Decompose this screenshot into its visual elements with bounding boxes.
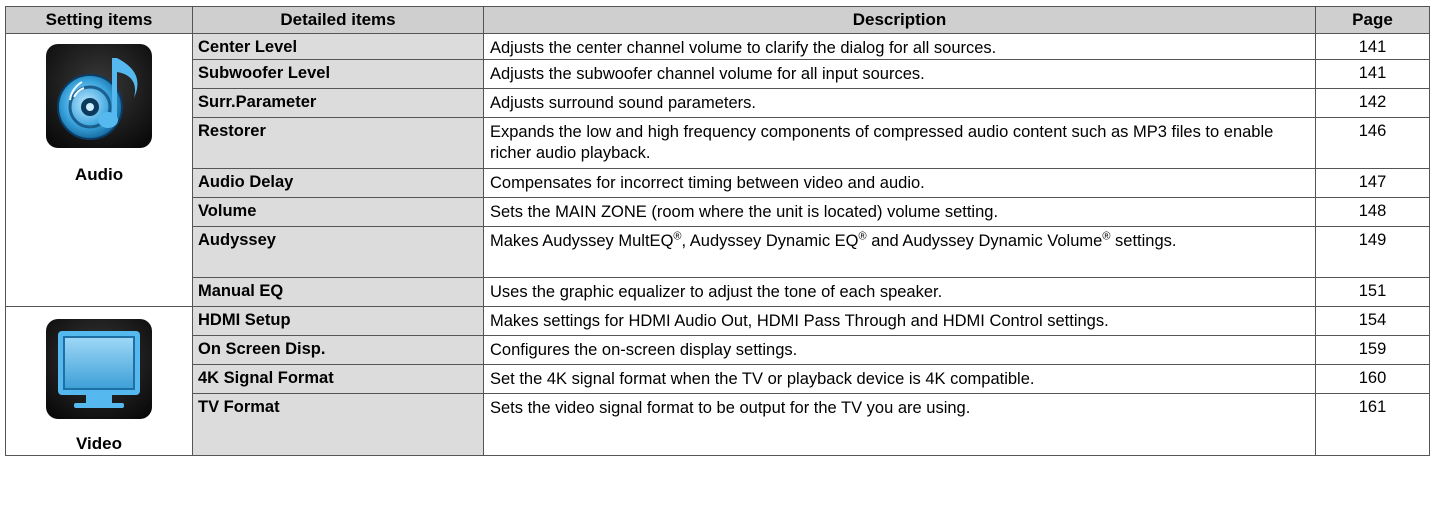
category-video: Video: [5, 306, 193, 456]
detailed-item: Audio Delay: [192, 168, 484, 198]
description-cell: Configures the on-screen display setting…: [483, 335, 1316, 365]
table-row: Audyssey Makes Audyssey MultEQ®, Audysse…: [6, 226, 1430, 278]
desc-text: and Audyssey Dynamic Volume: [866, 232, 1103, 250]
page-number: 151: [1315, 277, 1430, 307]
description-cell: Sets the video signal format to be outpu…: [483, 393, 1316, 456]
detailed-item: HDMI Setup: [192, 306, 484, 336]
description-cell: Uses the graphic equalizer to adjust the…: [483, 277, 1316, 307]
page-number: 159: [1315, 335, 1430, 365]
header-description: Description: [483, 6, 1316, 34]
detailed-item: Restorer: [192, 117, 484, 169]
detailed-item: Subwoofer Level: [192, 59, 484, 89]
page-number: 161: [1315, 393, 1430, 456]
table-row: Surr.Parameter Adjusts surround sound pa…: [6, 88, 1430, 118]
description-cell: Adjusts the center channel volume to cla…: [483, 33, 1316, 60]
description-cell: Set the 4K signal format when the TV or …: [483, 364, 1316, 394]
page-number: 148: [1315, 197, 1430, 227]
page-number: 142: [1315, 88, 1430, 118]
detailed-item: TV Format: [192, 393, 484, 456]
table-row: Audio Center Level Adjusts the center ch…: [5, 33, 1430, 307]
detailed-item: Surr.Parameter: [192, 88, 484, 118]
category-audio: Audio: [5, 33, 193, 307]
detailed-item: Audyssey: [192, 226, 484, 278]
category-label-video: Video: [76, 434, 122, 453]
header-detailed-items: Detailed items: [192, 6, 484, 34]
table-row: 4K Signal Format Set the 4K signal forma…: [6, 364, 1430, 394]
table-row: Volume Sets the MAIN ZONE (room where th…: [6, 197, 1430, 227]
table-row: Subwoofer Level Adjusts the subwoofer ch…: [6, 59, 1430, 89]
description-cell: Sets the MAIN ZONE (room where the unit …: [483, 197, 1316, 227]
header-setting-items: Setting items: [5, 6, 193, 34]
header-row: Setting items Detailed items Description…: [5, 6, 1430, 34]
description-cell: Expands the low and high frequency compo…: [483, 117, 1316, 169]
detailed-item: Manual EQ: [192, 277, 484, 307]
detailed-item: Center Level: [192, 33, 484, 60]
detailed-item: 4K Signal Format: [192, 364, 484, 394]
description-cell: Makes Audyssey MultEQ®, Audyssey Dynamic…: [483, 226, 1316, 278]
page-number: 147: [1315, 168, 1430, 198]
table-row: Restorer Expands the low and high freque…: [6, 117, 1430, 169]
header-page: Page: [1315, 6, 1430, 34]
page-number: 149: [1315, 226, 1430, 278]
tv-monitor-icon: [44, 317, 154, 426]
table-row: On Screen Disp. Configures the on-screen…: [6, 335, 1430, 365]
desc-text: , Audyssey Dynamic EQ: [681, 232, 859, 250]
detailed-item: On Screen Disp.: [192, 335, 484, 365]
table-row: Manual EQ Uses the graphic equalizer to …: [6, 277, 1430, 307]
settings-table: Setting items Detailed items Description…: [5, 6, 1430, 456]
description-cell: Makes settings for HDMI Audio Out, HDMI …: [483, 306, 1316, 336]
registered-mark: ®: [673, 230, 682, 243]
page-number: 160: [1315, 364, 1430, 394]
table-row: TV Format Sets the video signal format t…: [6, 393, 1430, 456]
registered-mark: ®: [858, 230, 867, 243]
music-disc-icon: [44, 42, 154, 155]
description-cell: Adjusts surround sound parameters.: [483, 88, 1316, 118]
page-number: 146: [1315, 117, 1430, 169]
page-number: 154: [1315, 306, 1430, 336]
desc-text: Makes Audyssey MultEQ: [490, 232, 674, 250]
description-cell: Compensates for incorrect timing between…: [483, 168, 1316, 198]
desc-text: settings.: [1110, 232, 1177, 250]
description-cell: Adjusts the subwoofer channel volume for…: [483, 59, 1316, 89]
detailed-item: Volume: [192, 197, 484, 227]
table-row: Video HDMI Setup Makes settings for HDMI…: [5, 306, 1430, 456]
table-row: Audio Delay Compensates for incorrect ti…: [6, 168, 1430, 198]
page-number: 141: [1315, 59, 1430, 89]
page-number: 141: [1315, 33, 1430, 60]
category-label-audio: Audio: [74, 165, 124, 184]
